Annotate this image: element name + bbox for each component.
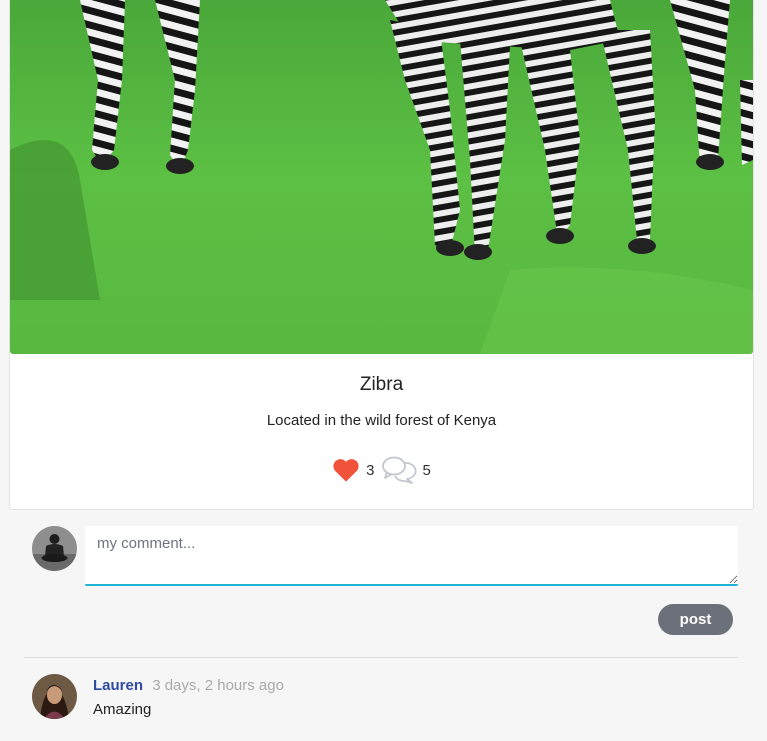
post-image[interactable] [10,0,753,354]
commenter-avatar[interactable] [32,674,77,719]
comments-button[interactable]: 5 [375,455,431,485]
comment-meta: Lauren 3 days, 2 hours ago [93,677,284,694]
post-title: Zibra [359,374,404,395]
post-stats: 3 5 [10,455,753,485]
divider [24,657,738,658]
heart-icon [333,459,359,482]
comments-icon [381,456,416,484]
post-button[interactable]: post [658,604,733,635]
comment-text: Amazing [93,701,152,718]
comment-author-link[interactable]: Lauren [93,677,143,694]
comment-input[interactable] [85,526,738,586]
comment-timestamp: 3 days, 2 hours ago [152,677,284,694]
comments-count: 5 [422,461,431,479]
like-count: 3 [366,461,375,479]
current-user-avatar [32,526,77,571]
like-button[interactable]: 3 [332,457,375,483]
post-card: Zibra Located in the wild forest of Keny… [9,0,754,510]
post-description: Located in the wild forest of Kenya [266,412,497,429]
